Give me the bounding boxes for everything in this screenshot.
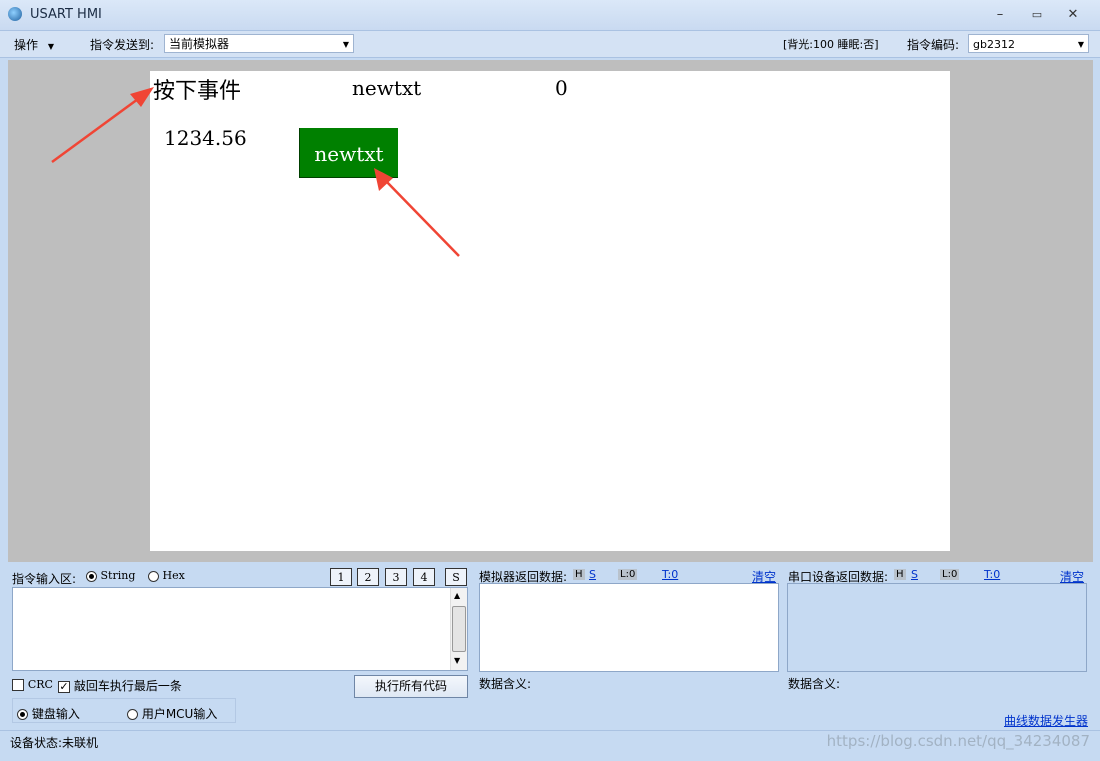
sim-length: L:0 (618, 569, 638, 580)
mcu-input-label: 用户MCU输入 (141, 707, 218, 721)
device-status-text: 设备状态:未联机 (10, 736, 99, 750)
serial-string-toggle[interactable]: S (911, 568, 918, 581)
scrollbar[interactable]: ▲ ▼ (450, 588, 467, 670)
mode-string-radio[interactable]: String (86, 569, 135, 582)
keyboard-input-label: 键盘输入 (31, 707, 80, 721)
enter-exec-checkbox[interactable]: ✓ 敲回车执行最后一条 (58, 677, 182, 694)
crc-checkbox[interactable]: CRC (12, 677, 53, 691)
serial-hex-toggle[interactable]: H (894, 569, 906, 580)
mode-string-label: String (100, 569, 136, 582)
mode-hex-label: Hex (162, 569, 185, 582)
serial-meaning-label: 数据含义: (788, 677, 841, 691)
command-input-textarea[interactable]: ▲ ▼ (12, 587, 468, 671)
sim-return-box[interactable] (479, 583, 779, 672)
radio-empty-icon (127, 709, 138, 720)
mcu-input-radio[interactable]: 用户MCU输入 (127, 705, 217, 722)
serial-length: L:0 (940, 569, 960, 580)
input-area-label: 指令输入区: (12, 572, 77, 586)
radio-selected-icon (17, 709, 28, 720)
quick-button-3[interactable]: 3 (385, 568, 407, 586)
sim-hex-toggle[interactable]: H (573, 569, 585, 580)
sim-meaning-label: 数据含义: (479, 677, 532, 691)
execute-all-button[interactable]: 执行所有代码 (354, 675, 468, 698)
scroll-up-icon[interactable]: ▲ (454, 591, 460, 600)
quick-button-1[interactable]: 1 (330, 568, 352, 586)
serial-time[interactable]: T:0 (984, 568, 1000, 581)
sim-time[interactable]: T:0 (662, 568, 678, 581)
checkbox-checked-icon: ✓ (58, 679, 70, 693)
enter-exec-label: 敲回车执行最后一条 (73, 679, 182, 693)
curve-generator-link[interactable]: 曲线数据发生器 (1004, 712, 1088, 729)
radio-selected-icon (86, 570, 97, 582)
scroll-down-icon[interactable]: ▼ (454, 656, 460, 665)
quick-button-4[interactable]: 4 (413, 568, 435, 586)
arrow-to-event-text (51, 87, 154, 164)
watermark: https://blog.csdn.net/qq_34234087 (826, 732, 1090, 750)
mode-hex-radio[interactable]: Hex (148, 569, 185, 582)
crc-label: CRC (27, 678, 53, 691)
scrollbar-thumb[interactable] (452, 606, 466, 652)
arrow-to-newtxt-button (374, 168, 460, 257)
checkbox-empty-icon (12, 678, 24, 691)
quick-button-s[interactable]: S (445, 568, 467, 586)
sim-string-toggle[interactable]: S (589, 568, 596, 581)
quick-button-2[interactable]: 2 (357, 568, 379, 586)
keyboard-input-radio[interactable]: 键盘输入 (17, 705, 80, 722)
serial-return-box[interactable] (787, 583, 1087, 672)
radio-empty-icon (148, 570, 159, 582)
